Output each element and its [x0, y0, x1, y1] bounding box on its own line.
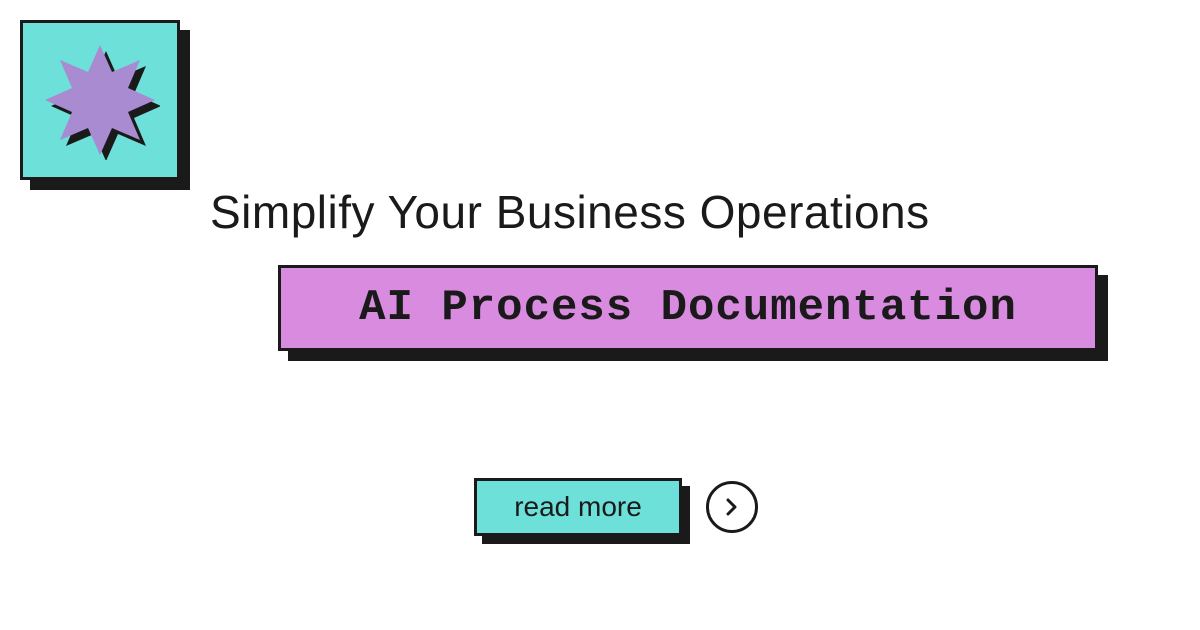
arrow-button[interactable]	[706, 481, 758, 533]
read-more-button-wrap: read more	[474, 478, 682, 536]
starburst-icon	[40, 40, 160, 160]
subtitle-text: AI Process Documentation	[359, 283, 1017, 333]
read-more-button[interactable]: read more	[474, 478, 682, 536]
button-label: read more	[514, 491, 642, 523]
subtitle-box: AI Process Documentation	[278, 265, 1098, 351]
headline: Simplify Your Business Operations	[210, 185, 930, 239]
badge-box	[20, 20, 180, 180]
chevron-right-icon	[723, 498, 741, 516]
badge-container	[20, 20, 180, 180]
cta-container: read more	[474, 478, 758, 536]
